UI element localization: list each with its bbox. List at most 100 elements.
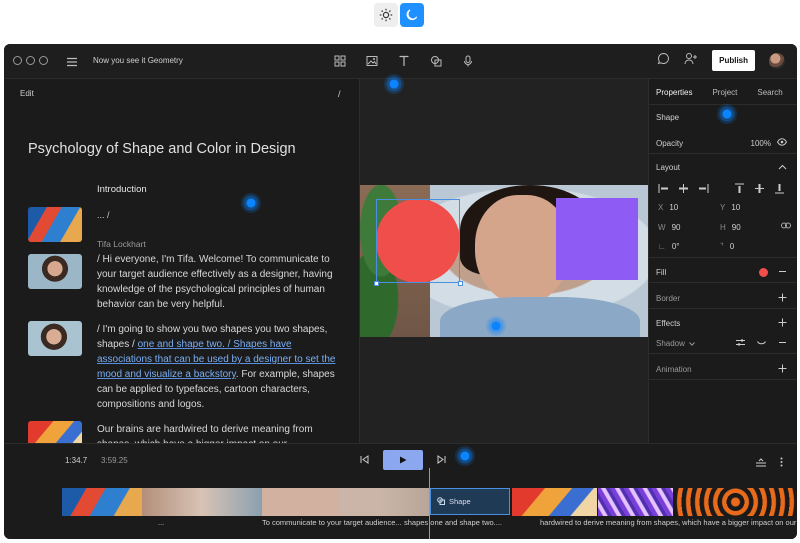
align-left-icon[interactable] <box>658 183 669 194</box>
video-frame[interactable] <box>360 185 648 337</box>
add-effect-icon[interactable] <box>778 318 787 329</box>
visibility-icon[interactable] <box>757 339 766 348</box>
add-border-icon[interactable] <box>778 293 787 304</box>
skip-forward-icon[interactable] <box>437 451 446 469</box>
tab-project[interactable]: Project <box>712 88 737 97</box>
purple-square-shape[interactable] <box>556 198 638 280</box>
skip-back-icon[interactable] <box>360 451 369 469</box>
align-center-h-icon[interactable] <box>678 183 689 194</box>
clip-caption[interactable]: ... <box>158 518 248 527</box>
shapes-icon[interactable] <box>428 53 444 69</box>
clip-caption[interactable]: hardwired to derive meaning from shapes,… <box>540 518 797 527</box>
align-right-icon[interactable] <box>698 183 709 194</box>
properties-panel: Properties Project Search Shape Opacity … <box>648 79 797 443</box>
theme-toggle[interactable] <box>374 3 427 27</box>
playback-controls <box>360 450 446 470</box>
video-clip[interactable] <box>674 488 797 516</box>
window-maximize-dot[interactable] <box>39 56 48 65</box>
divider <box>649 379 797 380</box>
remove-fill-icon[interactable] <box>778 267 787 278</box>
effects-label: Effects <box>656 319 681 328</box>
microphone-icon[interactable] <box>460 53 476 69</box>
text-icon[interactable] <box>396 53 412 69</box>
align-bottom-icon[interactable] <box>774 183 785 194</box>
x-field[interactable]: X 10 <box>658 203 678 212</box>
script-paragraph[interactable]: / I'm going to show you two shapes you t… <box>97 322 337 412</box>
width-field[interactable]: W 90 <box>658 223 680 232</box>
scene-thumbnail[interactable] <box>28 254 82 289</box>
cursor-marker <box>384 74 404 94</box>
rotation-field[interactable]: ∟ 0° <box>658 242 680 251</box>
height-field[interactable]: H 90 <box>720 223 741 232</box>
video-clip[interactable] <box>262 488 430 516</box>
align-top-icon[interactable] <box>734 183 745 194</box>
scene-thumbnail[interactable] <box>28 421 82 443</box>
shadow-row: Shadow <box>656 338 787 349</box>
effects-row: Effects <box>656 318 787 329</box>
play-icon <box>399 451 407 469</box>
scene-thumbnail[interactable] <box>28 207 82 242</box>
fill-color-swatch[interactable] <box>759 268 768 277</box>
align-middle-icon[interactable] <box>754 183 765 194</box>
cursor-marker <box>717 104 737 124</box>
publish-button[interactable]: Publish <box>712 50 755 71</box>
hamburger-menu-icon[interactable] <box>66 55 78 67</box>
user-avatar[interactable] <box>769 52 785 69</box>
editor-window: Now you see it Geometry Publish Edit / P… <box>4 44 797 539</box>
video-clip[interactable] <box>598 488 673 516</box>
clip-caption[interactable]: shapes one and shape two.... <box>404 518 512 527</box>
video-clip[interactable] <box>142 488 262 516</box>
opacity-value[interactable]: 100% <box>751 139 771 148</box>
sun-icon[interactable] <box>374 3 398 27</box>
speaker-label[interactable]: Tifa Lockhart <box>97 239 146 249</box>
script-placeholder-line[interactable]: ... / <box>97 210 110 220</box>
add-user-icon[interactable] <box>684 52 698 70</box>
document-title[interactable]: Now you see it Geometry <box>93 56 183 65</box>
more-options-icon[interactable] <box>780 454 783 472</box>
play-button[interactable] <box>383 450 423 470</box>
sliders-icon[interactable] <box>736 338 745 349</box>
panel-tabs: Properties Project Search <box>656 88 783 97</box>
corner-radius-field[interactable]: ⌝ 0 <box>720 242 734 251</box>
script-title[interactable]: Psychology of Shape and Color in Design <box>28 141 296 157</box>
link-icon[interactable] <box>781 222 791 231</box>
slash-shortcut[interactable]: / <box>338 89 341 99</box>
tab-search[interactable]: Search <box>757 88 782 97</box>
window-controls[interactable] <box>13 56 48 65</box>
add-animation-icon[interactable] <box>778 364 787 375</box>
chevron-up-icon[interactable] <box>778 163 787 172</box>
clip-caption[interactable]: To communicate to your target audience..… <box>262 518 402 527</box>
fill-label: Fill <box>656 268 667 277</box>
remove-shadow-icon[interactable] <box>778 338 787 349</box>
comment-icon[interactable] <box>657 52 670 70</box>
resize-handle[interactable] <box>458 281 463 286</box>
shape-clip[interactable]: Shape <box>430 488 510 515</box>
chevron-down-icon[interactable] <box>689 339 695 348</box>
y-field[interactable]: Y 10 <box>720 203 740 212</box>
shadow-dropdown[interactable]: Shadow <box>656 339 685 348</box>
video-clip[interactable] <box>512 488 597 516</box>
script-paragraph[interactable]: / Hi everyone, I'm Tifa. Welcome! To com… <box>97 252 337 312</box>
shape-clip-icon <box>437 496 445 507</box>
layout-label: Layout <box>656 163 681 172</box>
selection-box[interactable] <box>376 199 460 283</box>
moon-icon[interactable] <box>400 3 424 27</box>
tab-properties[interactable]: Properties <box>656 88 692 97</box>
timeline-actions <box>756 454 783 472</box>
scene-thumbnail[interactable] <box>28 321 82 356</box>
eye-icon[interactable] <box>776 138 788 148</box>
video-clip[interactable] <box>62 488 142 516</box>
section-heading[interactable]: Introduction <box>97 184 147 195</box>
edit-mode-label[interactable]: Edit <box>20 89 34 98</box>
script-paragraph[interactable]: Our brains are hardwired to derive meani… <box>97 422 337 443</box>
border-row: Border <box>656 293 787 304</box>
layout-header[interactable]: Layout <box>656 163 787 172</box>
grid-icon[interactable] <box>332 53 348 69</box>
timeline-collapse-icon[interactable] <box>756 454 766 472</box>
playhead[interactable] <box>429 468 430 539</box>
resize-handle[interactable] <box>374 281 379 286</box>
presenter-shirt <box>440 297 640 337</box>
window-minimize-dot[interactable] <box>26 56 35 65</box>
image-icon[interactable] <box>364 53 380 69</box>
window-close-dot[interactable] <box>13 56 22 65</box>
